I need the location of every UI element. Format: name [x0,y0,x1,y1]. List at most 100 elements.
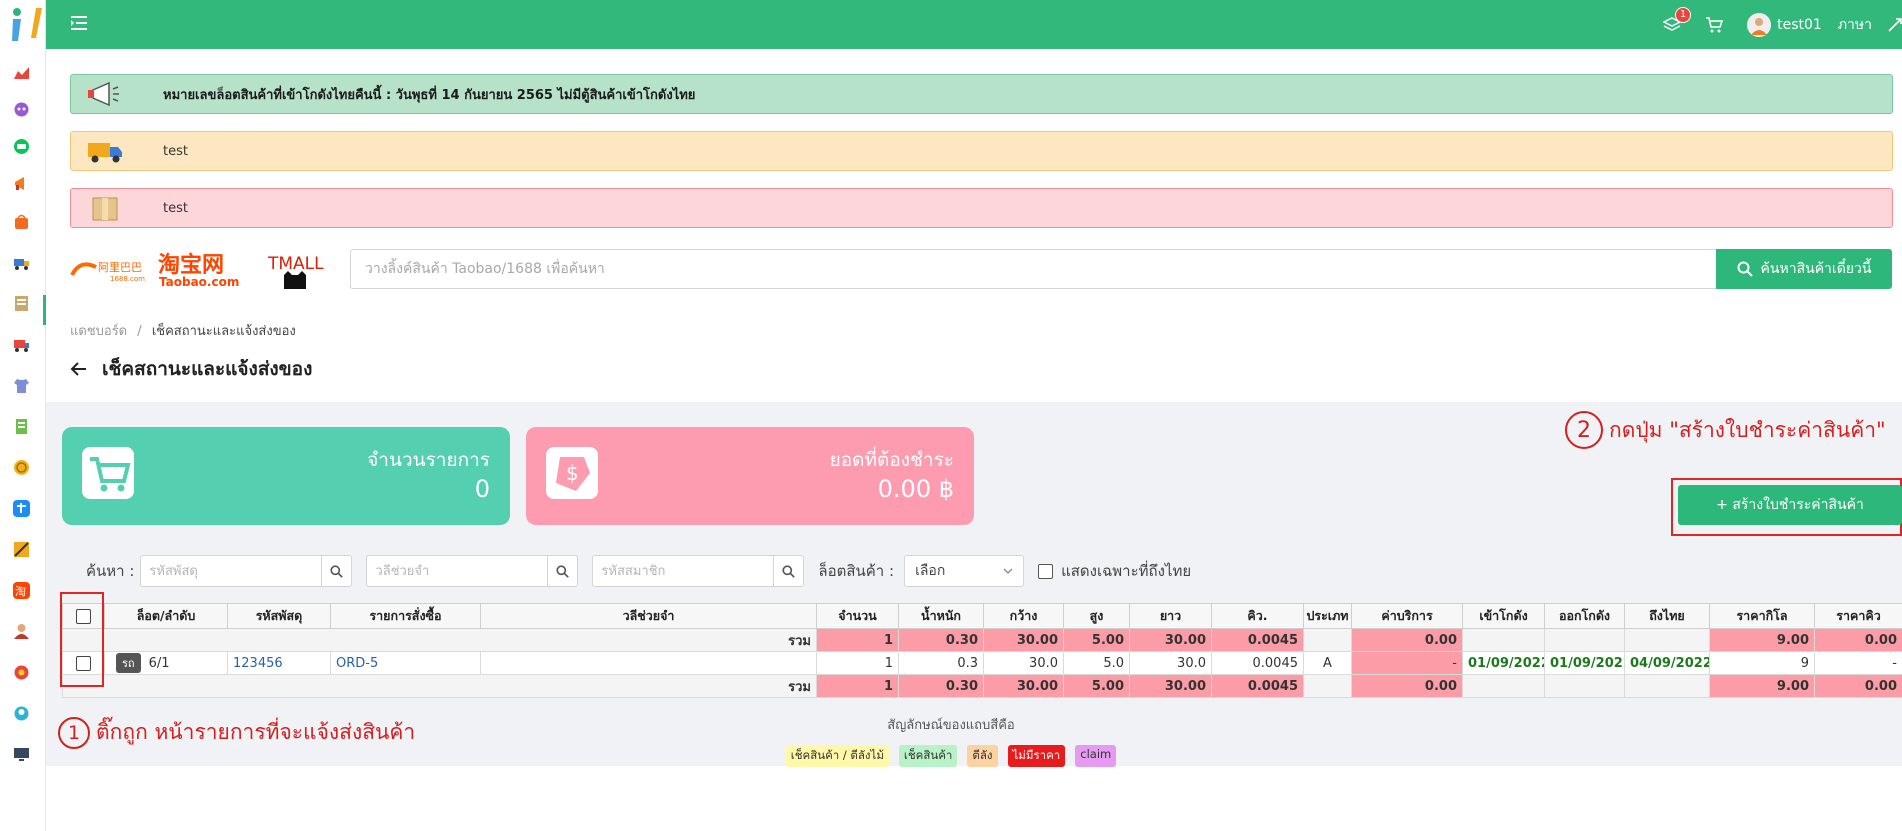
row-price-cbm: - [1814,651,1902,675]
truck-icon[interactable] [13,254,30,271]
sum-out [1544,628,1625,652]
chart-icon[interactable] [13,64,30,81]
col-height[interactable]: สูง [1063,603,1130,629]
sum-qty: 1 [816,674,899,698]
row-lot-value: 6/1 [148,656,170,671]
back-arrow-icon[interactable] [70,360,88,378]
row-order: ORD-5 [330,651,481,675]
col-order[interactable]: รายการสั่งซื้อ [330,603,481,629]
taobao-en: Taobao.com [159,275,239,289]
top-bar: 1 test01 ภาษา [46,0,1902,49]
memo-input[interactable] [367,556,548,586]
checkbox-highlight [60,592,104,687]
parcel-link[interactable]: 123456 [233,656,283,671]
search-label: ค้นหา : [86,562,135,580]
create-payment-button[interactable]: + สร้างใบชำระค่าสินค้า [1678,485,1902,525]
layers-icon[interactable]: 1 [1662,7,1692,34]
taobao-logo[interactable]: 淘宝网 Taobao.com [158,252,239,289]
username[interactable]: test01 [1777,17,1822,33]
sum-height: 5.00 [1063,628,1130,652]
item-count-label: จำนวนรายการ [367,449,490,471]
col-parcel[interactable]: รหัสพัสดุ [227,603,331,629]
megaphone-icon[interactable] [13,175,30,192]
table-row[interactable]: รถ 6/1 123456 ORD-5 1 0.3 30.0 5.0 30.0 0… [62,651,1902,675]
legend-claim: claim [1075,745,1117,767]
col-out-warehouse[interactable]: ออกโกดัง [1544,603,1625,629]
search-icon [782,564,796,578]
chat-icon[interactable] [13,138,30,155]
lot-select[interactable]: เลือก [904,555,1025,587]
shirt-icon[interactable] [13,377,30,394]
sidebar-rail: 淘 [0,0,46,831]
tmall-logo[interactable]: TMALL [267,254,324,289]
bot-icon[interactable] [13,101,30,118]
col-in-warehouse[interactable]: เข้าโกดัง [1462,603,1545,629]
taobao-icon[interactable]: 淘 [13,582,30,599]
alipay-icon[interactable] [13,500,30,517]
svg-text:阿里巴巴: 阿里巴巴 [98,261,142,274]
breadcrumb-home[interactable]: แดชบอร์ด [70,324,127,339]
col-cbm[interactable]: คิว. [1211,603,1304,629]
person-icon[interactable] [13,623,30,640]
row-in-warehouse: 01/09/2022 [1462,651,1545,675]
delivery-icon[interactable] [13,336,30,353]
bag-icon[interactable] [13,213,30,230]
menu-toggle-icon[interactable] [70,14,88,32]
sum-type [1303,674,1352,698]
sum-weight: 0.30 [898,674,984,698]
page-title: เช็คสถานะและแจ้งส่งของ [70,354,312,384]
order-link[interactable]: ORD-5 [336,656,378,671]
col-width[interactable]: กว้าง [983,603,1064,629]
cart-icon[interactable] [1705,16,1724,34]
sum-thai [1624,628,1710,652]
list-icon[interactable] [13,295,30,312]
parcel-search-button[interactable] [321,556,351,586]
col-memo[interactable]: วลีช่วยจำ [480,603,817,629]
col-lot[interactable]: ล็อต/ลำดับ [104,603,228,629]
col-arrived-thai[interactable]: ถึงไทย [1624,603,1710,629]
col-price-cbm[interactable]: ราคาคิว [1814,603,1902,629]
fullscreen-icon[interactable] [1888,18,1902,32]
col-qty[interactable]: จำนวน [816,603,899,629]
sum-label: รวม [62,674,817,698]
row-height: 5.0 [1063,651,1130,675]
alibaba-logo[interactable]: 阿里巴巴 1688.com [70,261,145,283]
no-icon[interactable] [13,541,30,558]
breadcrumb: แดชบอร์ด / เช็คสถานะและแจ้งส่งของ [70,320,296,341]
color-legend: เช็คสินค้า / ตีลังไม้ เช็คสินค้า ตีลัง ไ… [0,745,1902,767]
col-type[interactable]: ประเภท [1303,603,1352,629]
sum-in [1462,674,1545,698]
sum-height: 5.00 [1063,674,1130,698]
sum-price-kg: 9.00 [1709,674,1815,698]
marketplace-logos-svg: 阿里巴巴 1688.com 淘宝网 Taobao.com TMALL [70,252,324,289]
thai-only-label[interactable]: แสดงเฉพาะที่ถึงไทย [1061,559,1191,583]
col-service[interactable]: ค่าบริการ [1351,603,1463,629]
member-code-input[interactable] [593,556,774,586]
row-price-kg: 9 [1709,651,1815,675]
coin-icon[interactable] [13,459,30,476]
doc-icon[interactable] [13,418,30,435]
parcel-code-input[interactable] [141,556,322,586]
avatar[interactable] [1747,13,1772,37]
memo-search-button[interactable] [547,556,577,586]
col-price-kg[interactable]: ราคากิโล [1709,603,1815,629]
language-menu[interactable]: ภาษา [1838,14,1872,36]
product-link-input[interactable] [350,249,1716,289]
parcel-search [140,555,353,587]
flower-icon[interactable] [13,664,30,681]
member-search-button[interactable] [773,556,803,586]
row-length: 30.0 [1129,651,1212,675]
legend-crate: ตีลัง [967,745,998,767]
app-logo[interactable] [6,6,46,44]
col-weight[interactable]: น้ำหนัก [898,603,984,629]
svg-text:淘: 淘 [15,585,26,598]
thai-only-checkbox[interactable] [1038,563,1054,579]
row-weight: 0.3 [898,651,984,675]
sum-cbm: 0.0045 [1211,628,1304,652]
amount-due-label: ยอดที่ต้องชำระ [829,449,954,471]
col-length[interactable]: ยาว [1129,603,1212,629]
search-product-label: ค้นหาสินค้าเดี๋ยวนี้ [1760,261,1872,277]
alibaba-sub: 1688.com [110,275,145,283]
sum-thai [1624,674,1710,698]
search-product-button[interactable]: ค้นหาสินค้าเดี๋ยวนี้ [1716,249,1892,289]
